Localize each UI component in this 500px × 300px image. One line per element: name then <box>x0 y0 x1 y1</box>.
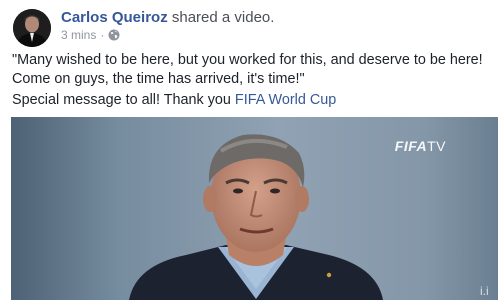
post-body: "Many wished to be here, but you worked … <box>12 51 496 110</box>
meta-separator: · <box>100 28 105 42</box>
svg-text:i.i: i.i <box>480 284 489 298</box>
watermark-brand: FIFA <box>394 138 428 154</box>
author-name[interactable]: Carlos Queiroz <box>61 9 168 26</box>
post-header: Carlos Queiroz shared a video. <box>61 9 274 26</box>
post-timestamp[interactable]: 3 mins <box>61 28 96 42</box>
globe-icon[interactable] <box>108 29 120 41</box>
post-quote: "Many wished to be here, but you worked … <box>12 52 483 87</box>
fifa-tv-watermark: FIFATV <box>395 138 446 154</box>
video-player[interactable]: i.i FIFATV <box>11 117 498 300</box>
post-action: shared a video. <box>171 9 275 26</box>
fifa-world-cup-link[interactable]: FIFA World Cup <box>235 92 336 108</box>
watermark-suffix: TV <box>427 138 446 154</box>
facebook-post: Carlos Queiroz shared a video. 3 mins · … <box>0 0 500 300</box>
post-message: Special message to all! Thank you FIFA W… <box>12 91 496 110</box>
message-text: Special message to all! Thank you <box>12 92 231 108</box>
avatar[interactable] <box>13 9 51 47</box>
post-meta: 3 mins · <box>61 28 120 42</box>
